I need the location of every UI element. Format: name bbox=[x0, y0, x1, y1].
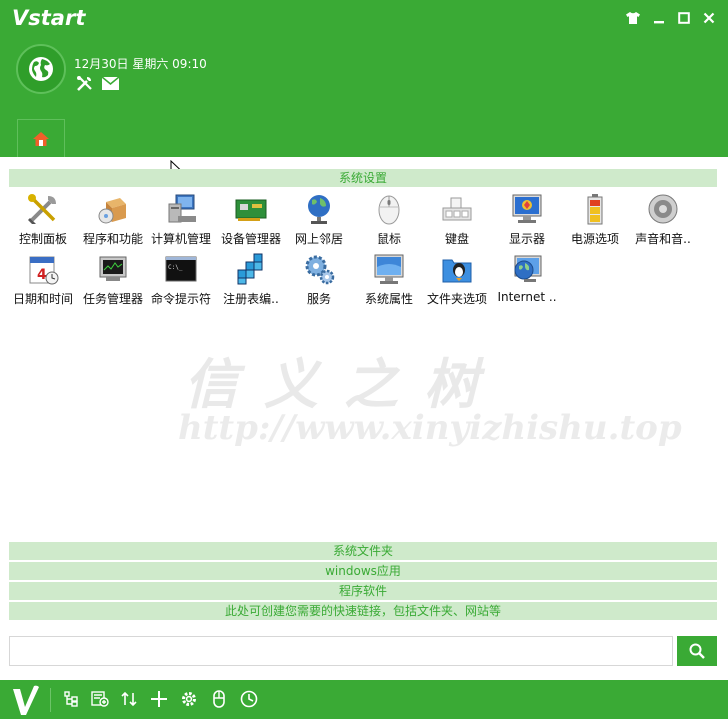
item-label: 计算机管理 bbox=[150, 232, 211, 246]
item-control-panel[interactable]: 控制面板 bbox=[9, 192, 77, 250]
bottom-toolbar bbox=[0, 680, 728, 719]
group-programs[interactable]: 程序软件 bbox=[9, 582, 717, 600]
keyboard-icon bbox=[442, 197, 472, 221]
header: Vstart 12月30日 星期六 09:10 bbox=[0, 0, 728, 157]
vstart-window: Vstart 12月30日 星期六 09:10 系统设置 控制面板 程序和功能 … bbox=[0, 0, 728, 719]
command-prompt-icon: C:\_ bbox=[165, 256, 197, 282]
item-task-manager[interactable]: 任务管理器 bbox=[79, 252, 147, 310]
tab-home[interactable] bbox=[17, 119, 65, 157]
services-gear-icon bbox=[305, 255, 335, 285]
item-services[interactable]: 服务 bbox=[285, 252, 353, 310]
mail-icon[interactable] bbox=[101, 74, 119, 92]
item-label: Internet .. bbox=[497, 290, 557, 304]
item-display[interactable]: 显示器 bbox=[493, 192, 561, 250]
search-icon bbox=[689, 643, 705, 659]
item-label: 控制面板 bbox=[18, 232, 67, 246]
registry-editor-icon bbox=[237, 253, 263, 285]
group-windows-apps[interactable]: windows应用 bbox=[9, 562, 717, 580]
add-item-icon[interactable] bbox=[89, 688, 111, 710]
item-device-manager[interactable]: 设备管理器 bbox=[217, 192, 285, 250]
network-globe-icon bbox=[308, 195, 330, 224]
system-properties-icon bbox=[374, 254, 404, 284]
skin-shirt-icon[interactable] bbox=[624, 9, 642, 27]
tree-view-icon[interactable] bbox=[60, 688, 82, 710]
mouse-icon bbox=[378, 195, 400, 225]
item-label: 网上邻居 bbox=[294, 232, 343, 246]
folder-options-icon bbox=[442, 259, 472, 283]
item-label: 显示器 bbox=[508, 232, 545, 246]
home-icon bbox=[33, 131, 49, 146]
item-folder-options[interactable]: 文件夹选项 bbox=[423, 252, 491, 310]
item-internet-options[interactable]: Internet .. bbox=[493, 252, 561, 310]
item-power-options[interactable]: 电源选项 bbox=[561, 192, 629, 250]
item-label: 键盘 bbox=[444, 232, 469, 246]
item-command-prompt[interactable]: C:\_ 命令提示符 bbox=[147, 252, 215, 310]
search-input[interactable] bbox=[9, 636, 673, 666]
computer-management-icon bbox=[168, 194, 196, 223]
group-system-folders[interactable]: 系统文件夹 bbox=[9, 542, 717, 560]
sort-icon[interactable] bbox=[118, 688, 140, 710]
item-label: 电源选项 bbox=[570, 232, 619, 246]
monitor-icon bbox=[512, 194, 542, 223]
item-label: 声音和音.. bbox=[635, 232, 691, 246]
close-icon[interactable] bbox=[700, 9, 718, 27]
item-label: 设备管理器 bbox=[220, 232, 281, 246]
minimize-icon[interactable] bbox=[650, 9, 668, 27]
maximize-icon[interactable] bbox=[675, 9, 693, 27]
svg-text:C:\_: C:\_ bbox=[168, 264, 183, 271]
date-time-label: 12月30日 星期六 09:10 bbox=[74, 57, 207, 71]
internet-options-icon bbox=[514, 255, 542, 282]
item-registry-editor[interactable]: 注册表编.. bbox=[217, 252, 285, 310]
item-label: 注册表编.. bbox=[223, 292, 279, 306]
mouse-settings-icon[interactable] bbox=[208, 688, 230, 710]
item-sound[interactable]: 声音和音.. bbox=[629, 192, 697, 250]
battery-icon bbox=[587, 194, 603, 225]
item-network-neighborhood[interactable]: 网上邻居 bbox=[285, 192, 353, 250]
item-mouse[interactable]: 鼠标 bbox=[355, 192, 423, 250]
programs-features-icon bbox=[98, 198, 126, 224]
item-keyboard[interactable]: 键盘 bbox=[423, 192, 491, 250]
item-label: 系统属性 bbox=[364, 292, 413, 306]
item-label: 鼠标 bbox=[376, 232, 401, 246]
group-system-settings[interactable]: 系统设置 bbox=[9, 169, 717, 187]
task-manager-icon bbox=[99, 256, 127, 281]
device-manager-icon bbox=[235, 199, 267, 221]
item-label: 程序和功能 bbox=[82, 232, 143, 246]
item-programs-features[interactable]: 程序和功能 bbox=[79, 192, 147, 250]
clock-icon[interactable] bbox=[238, 688, 260, 710]
item-label: 命令提示符 bbox=[150, 292, 211, 306]
search-button[interactable] bbox=[677, 636, 717, 666]
speaker-icon bbox=[648, 194, 678, 224]
item-label: 日期和时间 bbox=[12, 292, 73, 306]
avatar[interactable] bbox=[16, 44, 66, 94]
item-label: 服务 bbox=[306, 292, 331, 306]
toolbar-divider bbox=[50, 688, 51, 712]
watermark-url: http://www.xinyizhishu.top bbox=[178, 408, 682, 448]
tools-icon[interactable] bbox=[75, 74, 93, 92]
item-label: 任务管理器 bbox=[82, 292, 143, 306]
item-label: 文件夹选项 bbox=[426, 292, 487, 306]
group-quick-links-hint[interactable]: 此处可创建您需要的快速链接，包括文件夹、网站等 bbox=[9, 602, 717, 620]
app-logo: Vstart bbox=[12, 6, 86, 30]
globe-icon bbox=[29, 57, 53, 81]
vstart-logo-icon[interactable] bbox=[10, 683, 42, 717]
item-computer-management[interactable]: 计算机管理 bbox=[147, 192, 215, 250]
control-panel-icon bbox=[28, 194, 56, 224]
plus-icon[interactable] bbox=[148, 688, 170, 710]
item-system-properties[interactable]: 系统属性 bbox=[355, 252, 423, 310]
svg-text:4: 4 bbox=[37, 267, 47, 283]
gear-icon[interactable] bbox=[178, 688, 200, 710]
calendar-icon: 4 bbox=[29, 256, 59, 285]
item-date-time[interactable]: 4 日期和时间 bbox=[9, 252, 77, 310]
